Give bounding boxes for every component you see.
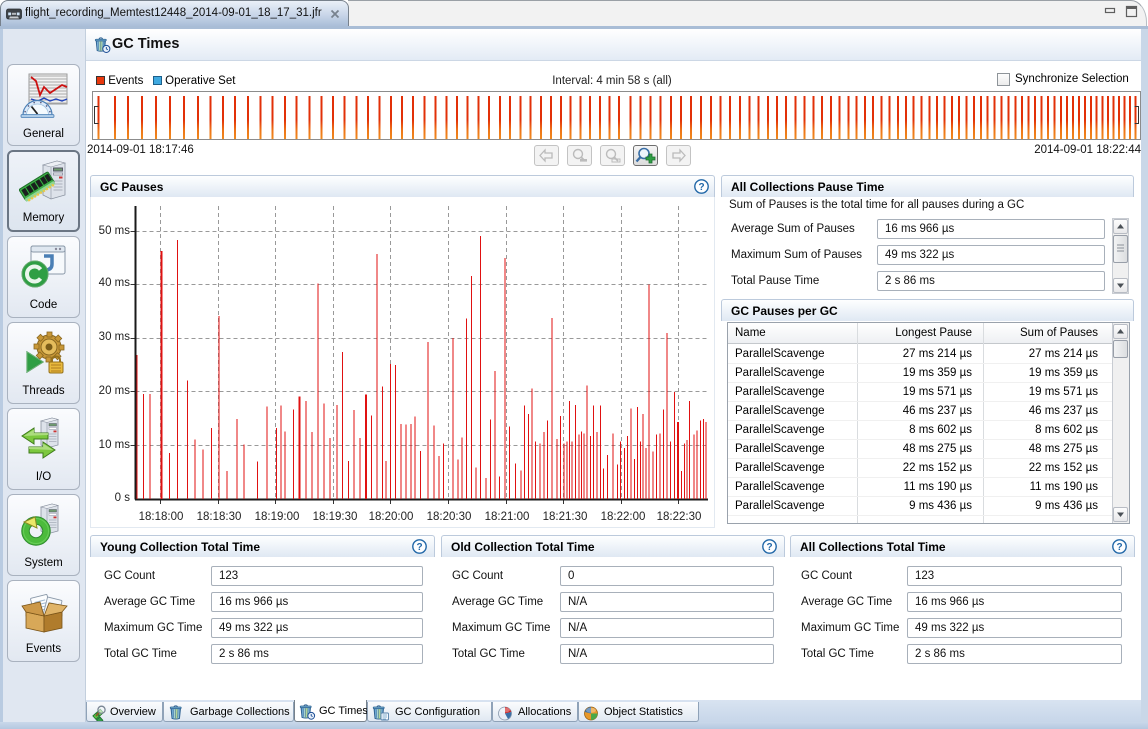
svg-text:?: ? — [416, 542, 422, 553]
svg-text:?: ? — [1116, 542, 1122, 553]
svg-text:?: ? — [766, 542, 772, 553]
